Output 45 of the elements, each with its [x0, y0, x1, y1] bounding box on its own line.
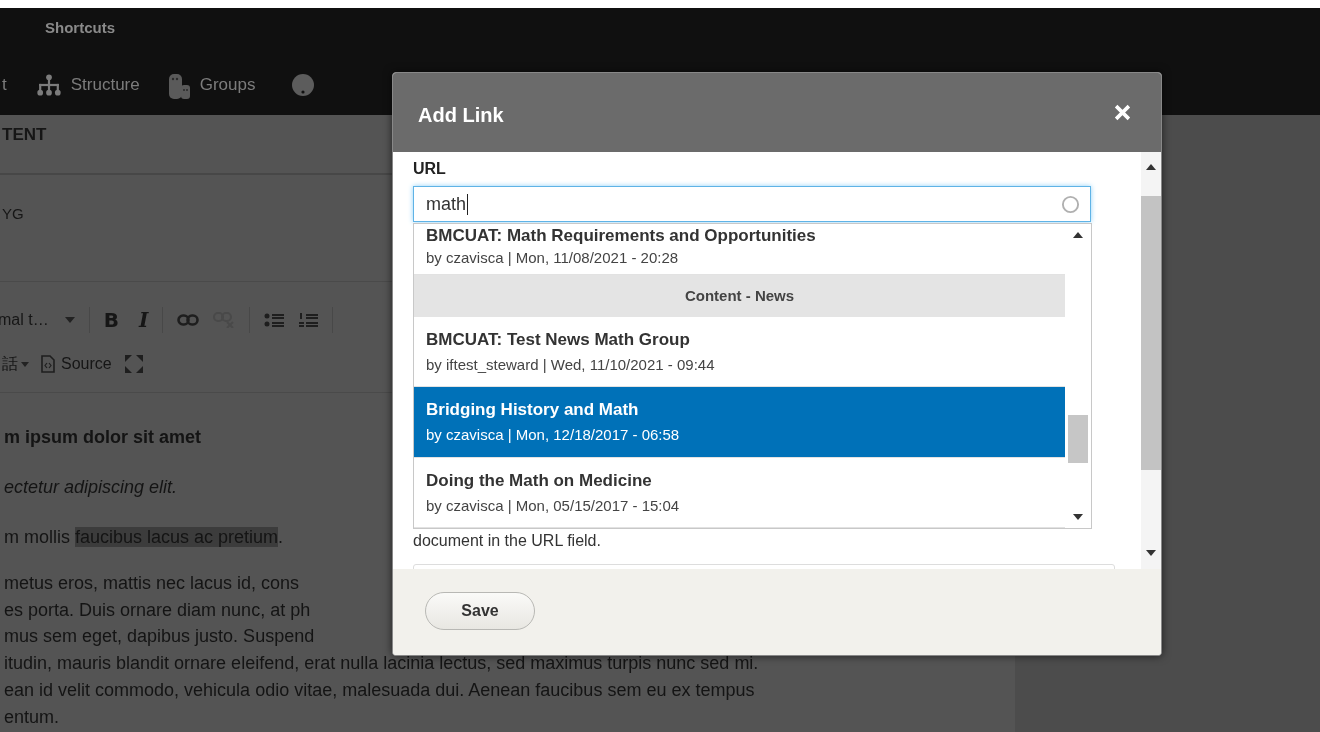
text-line: entum. — [4, 705, 60, 729]
scroll-thumb[interactable] — [1141, 196, 1161, 470]
url-input[interactable]: math — [413, 186, 1091, 222]
numbered-list-icon[interactable] — [298, 312, 319, 328]
scrollbar[interactable] — [1141, 152, 1161, 569]
scroll-down-icon — [1146, 550, 1156, 556]
maximize-icon[interactable] — [123, 354, 144, 374]
caret-icon — [21, 361, 29, 367]
text-line: ean id velit commodo, vehicula odio vitae, malesuada dui. Aenean faucibus sem eu ex tempus — [4, 678, 755, 702]
nav-link[interactable]: Groups — [167, 71, 256, 99]
nav-link[interactable]: t — [2, 75, 7, 95]
scroll-up-icon — [1073, 232, 1083, 238]
caret-icon — [64, 317, 75, 323]
spinner-icon — [1061, 194, 1080, 214]
scroll-up-icon — [1146, 164, 1156, 170]
bullet-list-icon[interactable] — [264, 312, 285, 328]
text-line: mus sem eget, dapibus justo. Suspend — [4, 625, 315, 649]
italic-button[interactable]: I — [138, 308, 149, 332]
scroll-thumb[interactable] — [1068, 415, 1088, 463]
paragraph: ectetur adipiscing elit. — [4, 476, 178, 498]
field-label: URL — [413, 160, 447, 178]
close-icon — [1114, 104, 1131, 121]
text-line: es porta. Duis ornare diam nunc, at ph — [4, 598, 311, 622]
help-icon[interactable] — [291, 73, 316, 97]
dialog-title: Add Link — [418, 104, 504, 127]
language-dropdown[interactable]: 話 — [2, 353, 29, 375]
group-header: Content - News — [414, 274, 1065, 317]
field-label: YG — [2, 205, 24, 222]
text-line: itudin, mauris blandit ornare eleifend, erat nulla lacinia lectus, sed maximus turpis nunc sed mi. — [4, 652, 759, 676]
bold-button[interactable]: B — [103, 308, 119, 332]
source-button[interactable]: Source — [41, 355, 112, 373]
nav-link[interactable]: Structure — [34, 74, 140, 96]
buildings-icon — [167, 71, 192, 99]
toolbar-title[interactable]: Shortcuts — [0, 8, 115, 49]
link-icon[interactable] — [177, 314, 200, 326]
section-title: TENT — [2, 125, 47, 145]
hierarchy-icon — [34, 74, 63, 96]
text-line: metus eros, mattis nec lacus id, cons — [4, 572, 300, 595]
result-item[interactable]: Bridging History and Math by czavisca | Mon, 12/18/2017 - 06:58 — [414, 387, 1065, 458]
save-button[interactable]: Save — [425, 592, 535, 630]
close-button[interactable] — [1114, 104, 1131, 121]
document-icon — [41, 355, 55, 373]
help-text: document in the URL field. — [413, 532, 602, 550]
heading: m ipsum dolor sit amet — [4, 426, 202, 448]
scroll-down-icon — [1073, 514, 1083, 520]
